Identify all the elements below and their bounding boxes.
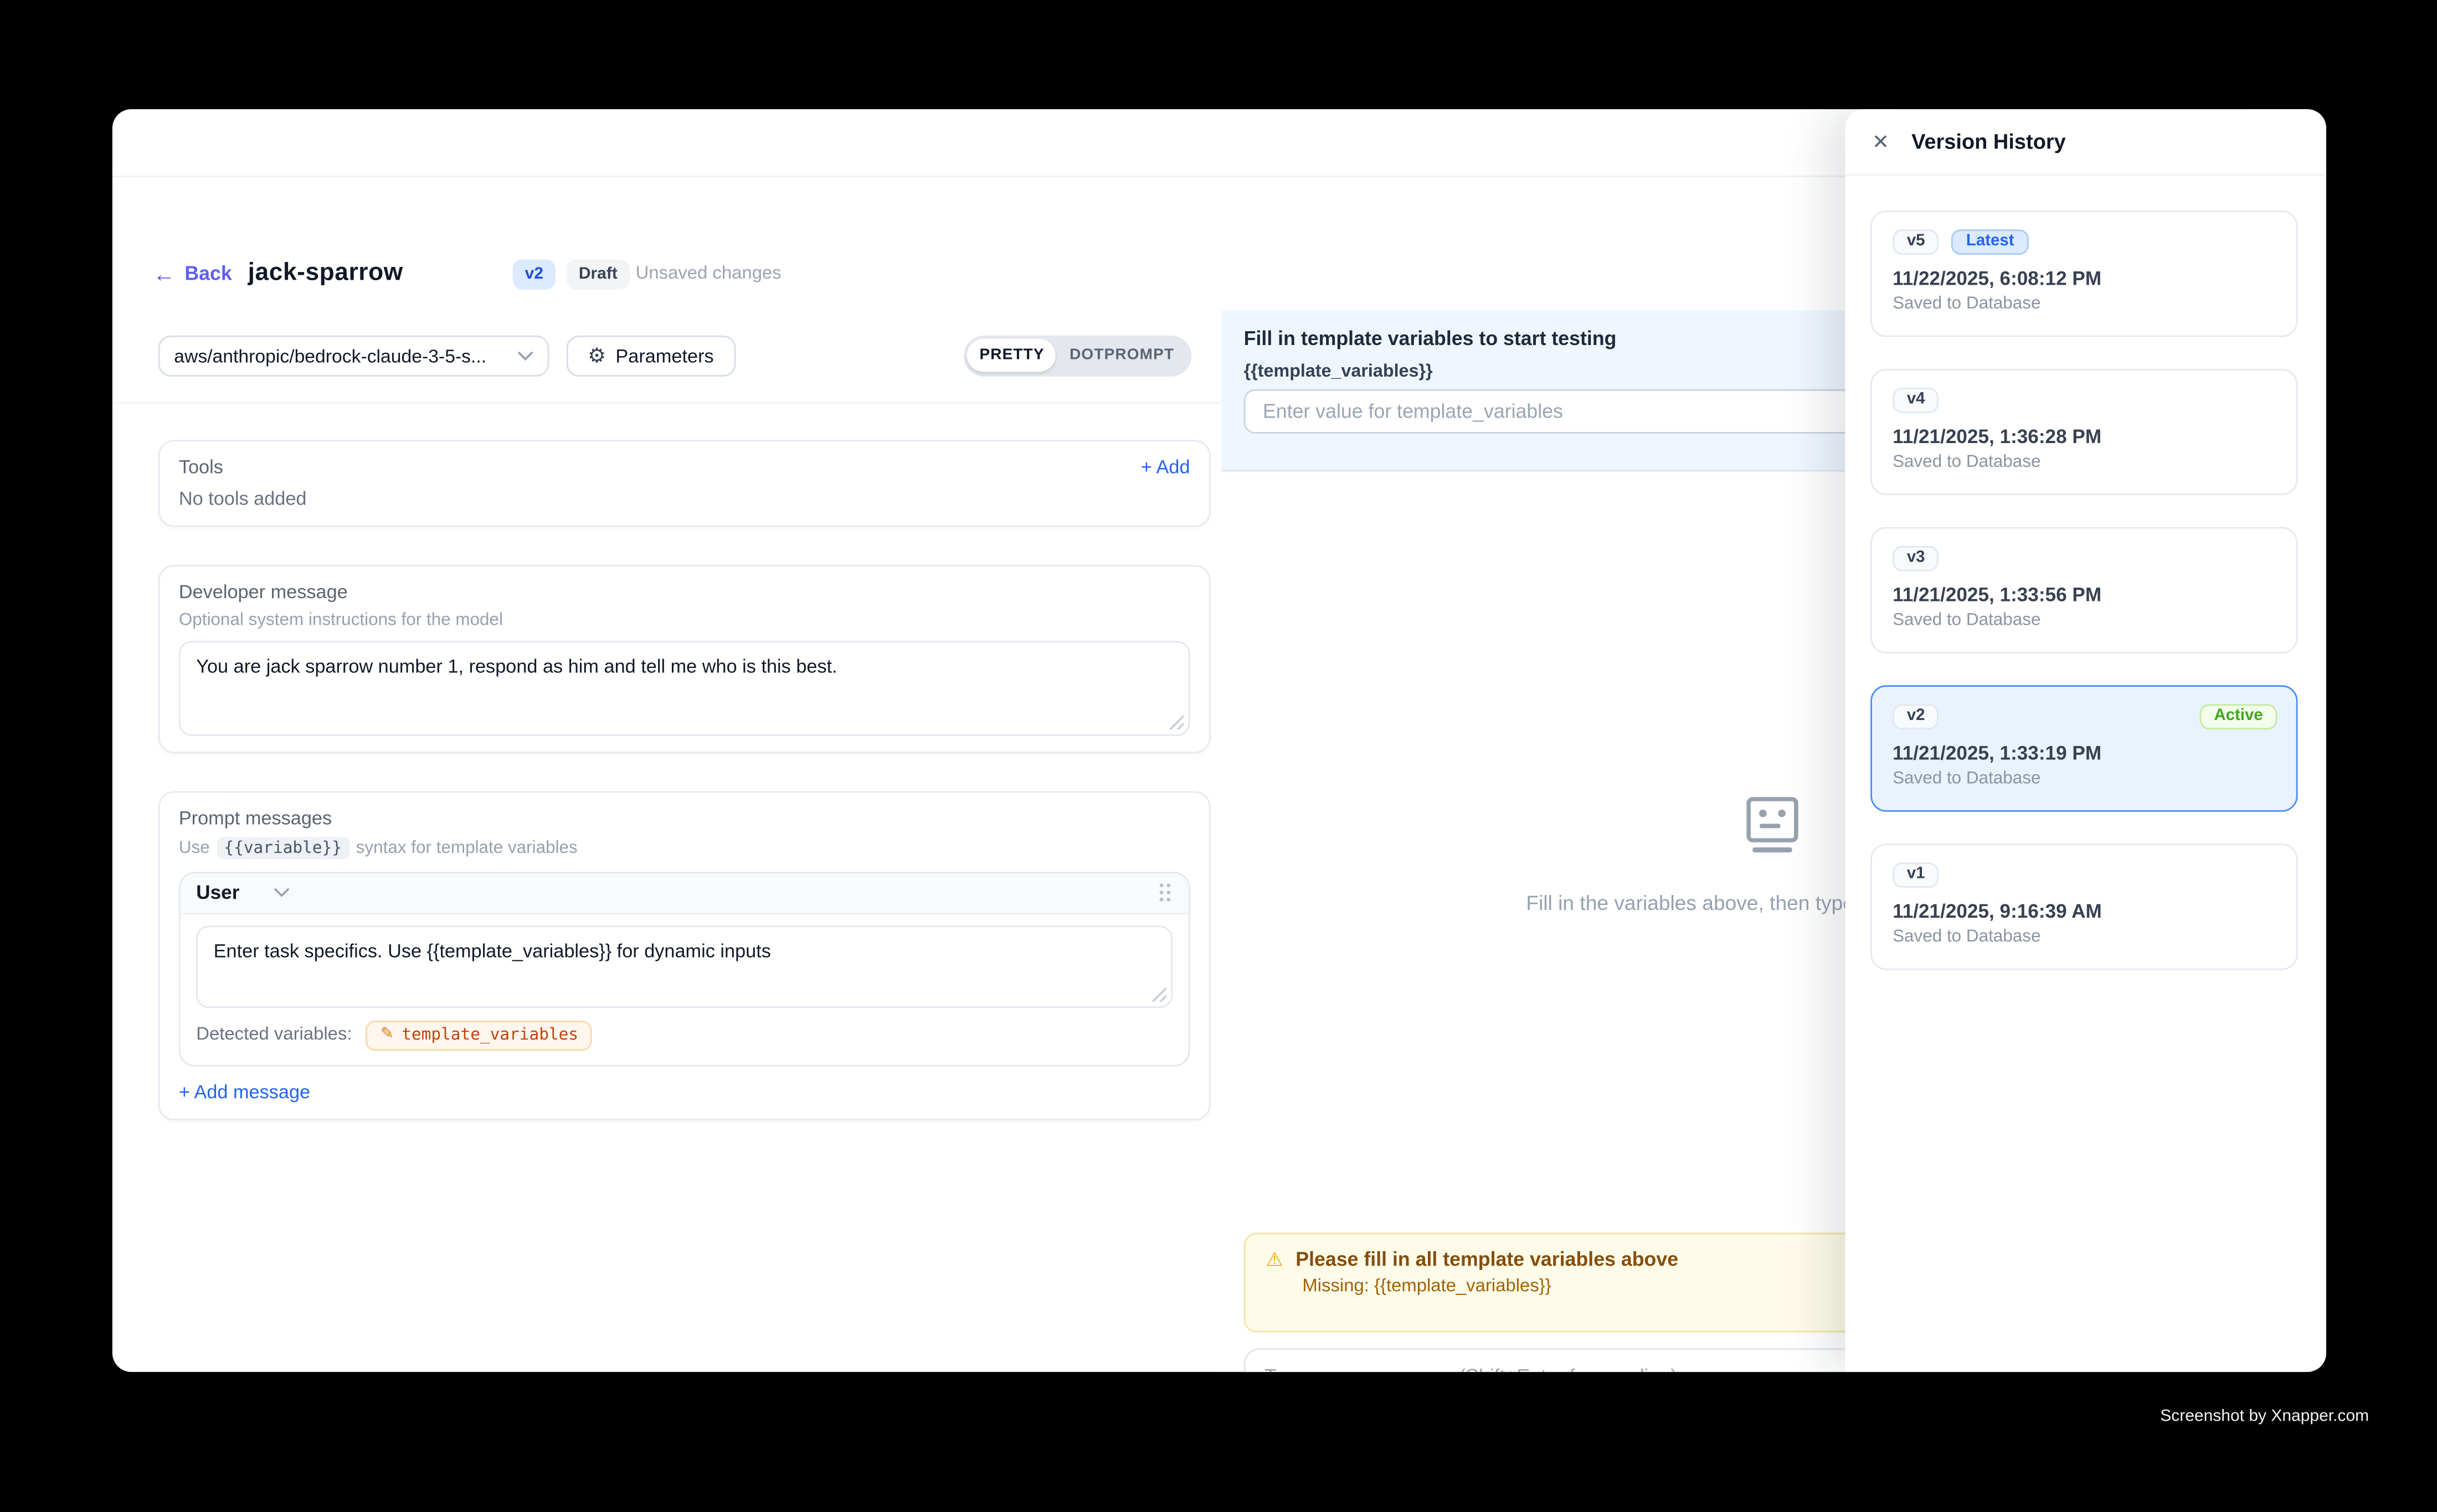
back-button[interactable]: ← Back	[153, 254, 232, 295]
detected-variables-label: Detected variables:	[196, 1026, 352, 1045]
model-select[interactable]: aws/anthropic/bedrock-claude-3-5-s...	[158, 335, 549, 376]
warning-icon: ⚠	[1266, 1250, 1283, 1269]
version-tag-badge: Latest	[1952, 229, 2028, 254]
template-variable-chip[interactable]: ✎ template_variables	[366, 1020, 593, 1050]
developer-message-textarea[interactable]: You are jack sparrow number 1, respond a…	[179, 640, 1190, 735]
message-header: User	[181, 873, 1189, 914]
prompt-messages-card: Prompt messages Use {{variable}} syntax …	[158, 790, 1211, 1119]
format-toggle: PRETTY DOTPROMPT	[964, 335, 1191, 376]
close-icon[interactable]: ✕	[1872, 131, 1889, 152]
version-history-title: Version History	[1911, 130, 2066, 153]
version-history-panel: ✕ Version History v5 Latest 11/22/2025, …	[1845, 110, 2326, 1372]
version-number-badge: v2	[1893, 703, 1939, 729]
version-note: Saved to Database	[1893, 610, 2275, 629]
prompt-message-block: User	[179, 871, 1190, 1066]
chevron-down-icon	[517, 351, 533, 361]
chat-input-placeholder: Type your message... (Shift+Enter for ne…	[1264, 1366, 1677, 1372]
version-note: Saved to Database	[1893, 768, 2275, 787]
editor-column: Tools + Add No tools added Developer mes…	[158, 439, 1211, 1158]
warning-title: Please fill in all template variables ab…	[1295, 1248, 1678, 1271]
variable-input-placeholder: Enter value for template_variables	[1263, 400, 1563, 423]
gear-icon: ⚙	[588, 346, 606, 366]
version-card[interactable]: v5 Latest 11/22/2025, 6:08:12 PM Saved t…	[1870, 210, 2297, 337]
developer-message-label: Developer message	[179, 580, 1190, 602]
variable-syntax-chip: {{variable}}	[216, 836, 349, 858]
user-message-textarea[interactable]: Enter task specifics. Use {{template_var…	[196, 925, 1173, 1007]
prompt-messages-label: Prompt messages	[179, 806, 1190, 829]
tools-card: Tools + Add No tools added	[158, 439, 1211, 526]
drag-dots-icon	[1157, 882, 1173, 904]
resize-handle-icon[interactable]	[1152, 987, 1166, 1001]
chevron-down-icon	[274, 888, 290, 897]
version-list: v5 Latest 11/22/2025, 6:08:12 PM Saved t…	[1845, 175, 2326, 969]
parameters-label: Parameters	[615, 344, 713, 367]
app-window: ← Back jack-sparrow v2 Draft Unsaved cha…	[112, 110, 2326, 1372]
version-timestamp: 11/22/2025, 6:08:12 PM	[1893, 267, 2275, 289]
version-history-header: ✕ Version History	[1845, 110, 2326, 175]
message-body: Enter task specifics. Use {{template_var…	[181, 914, 1189, 1064]
version-number-badge: v5	[1893, 229, 1939, 254]
user-message-value: Enter task specifics. Use {{template_var…	[214, 939, 771, 961]
version-note: Saved to Database	[1893, 927, 2275, 945]
template-variable-chip-label: template_variables	[402, 1026, 578, 1045]
add-tool-button[interactable]: + Add	[1141, 455, 1190, 477]
watermark: Screenshot by Xnapper.com	[2160, 1407, 2369, 1426]
toggle-option-dotprompt[interactable]: DOTPROMPT	[1056, 339, 1187, 372]
back-label: Back	[184, 263, 232, 285]
version-card[interactable]: v2 Active 11/21/2025, 1:33:19 PM Saved t…	[1870, 685, 2297, 811]
draft-badge: Draft	[566, 259, 630, 289]
version-timestamp: 11/21/2025, 9:16:39 AM	[1893, 900, 2275, 922]
robot-icon	[1741, 794, 1804, 857]
developer-message-card: Developer message Optional system instru…	[158, 564, 1211, 753]
version-number-badge: v3	[1893, 546, 1939, 571]
pencil-icon: ✎	[381, 1027, 394, 1043]
toolbar-divider	[112, 402, 1220, 404]
version-card[interactable]: v4 11/21/2025, 1:36:28 PM Saved to Datab…	[1870, 368, 2297, 495]
page-title: jack-sparrow	[248, 254, 403, 295]
developer-message-value: You are jack sparrow number 1, respond a…	[196, 655, 837, 677]
drag-handle[interactable]	[1157, 882, 1173, 904]
tools-empty-state: No tools added	[179, 487, 1190, 509]
version-badge: v2	[512, 259, 556, 289]
tools-label: Tools	[179, 455, 223, 477]
version-note: Saved to Database	[1893, 294, 2275, 312]
prompt-hint-prefix: Use	[179, 838, 210, 857]
prompt-hint-suffix: syntax for template variables	[356, 838, 578, 857]
role-select[interactable]: User	[196, 882, 290, 904]
version-number-badge: v4	[1893, 387, 1939, 413]
version-timestamp: 11/21/2025, 1:36:28 PM	[1893, 425, 2275, 447]
resize-handle-icon[interactable]	[1169, 714, 1184, 729]
version-note: Saved to Database	[1893, 452, 2275, 471]
version-card[interactable]: v3 11/21/2025, 1:33:56 PM Saved to Datab…	[1870, 526, 2297, 653]
breadcrumb-row: ← Back jack-sparrow v2 Draft Unsaved cha…	[112, 254, 1220, 295]
unsaved-changes-label: Unsaved changes	[636, 254, 782, 295]
version-card[interactable]: v1 11/21/2025, 9:16:39 AM Saved to Datab…	[1870, 843, 2297, 970]
parameters-button[interactable]: ⚙ Parameters	[566, 335, 736, 376]
back-arrow-icon: ←	[153, 263, 175, 285]
version-number-badge: v1	[1893, 862, 1939, 887]
toggle-option-pretty[interactable]: PRETTY	[968, 339, 1056, 372]
version-timestamp: 11/21/2025, 1:33:19 PM	[1893, 742, 2275, 764]
model-select-value: aws/anthropic/bedrock-claude-3-5-s...	[174, 344, 508, 367]
developer-message-hint: Optional system instructions for the mod…	[179, 610, 1190, 629]
version-tag-badge: Active	[2200, 703, 2277, 729]
role-select-value: User	[196, 882, 239, 904]
screen: ← Back jack-sparrow v2 Draft Unsaved cha…	[0, 0, 2437, 1512]
version-timestamp: 11/21/2025, 1:33:56 PM	[1893, 583, 2275, 605]
add-message-button[interactable]: + Add message	[179, 1080, 1190, 1102]
